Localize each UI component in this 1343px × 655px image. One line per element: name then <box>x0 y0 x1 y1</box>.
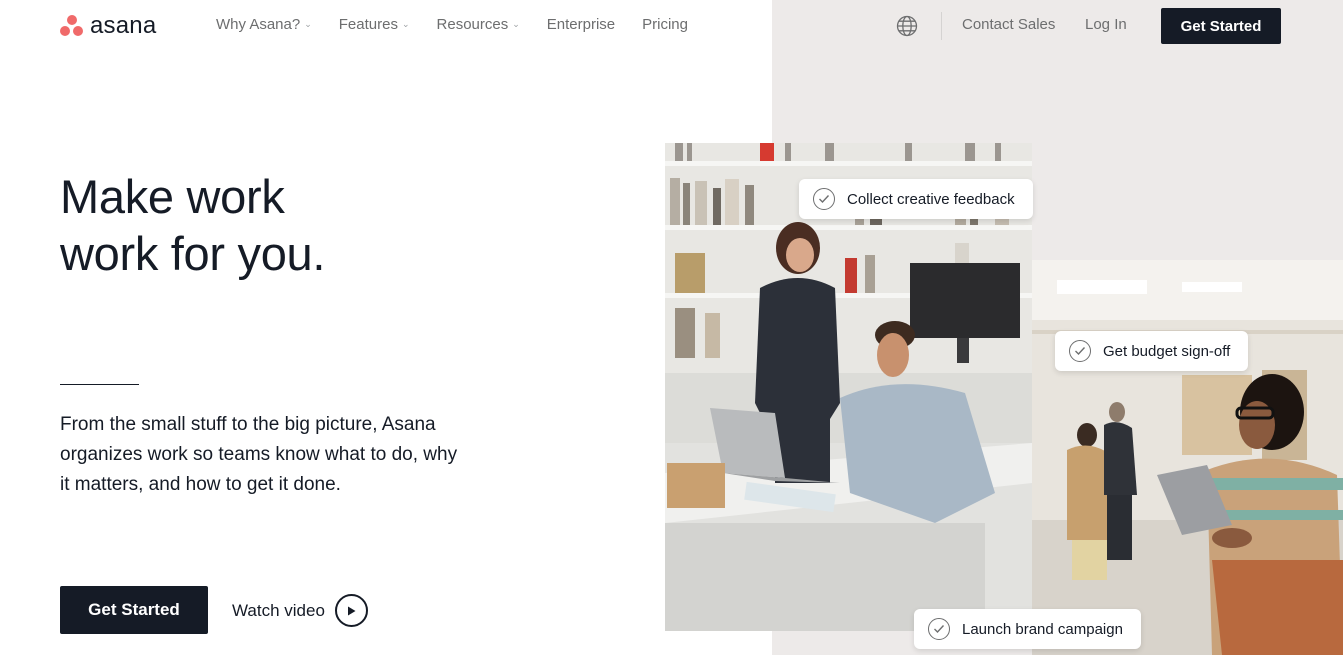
task-chip-budget-sign-off: Get budget sign-off <box>1055 331 1249 371</box>
nav-item-pricing[interactable]: Pricing <box>642 16 688 33</box>
checkmark-circle-icon <box>1069 340 1091 362</box>
play-icon <box>334 594 368 627</box>
header-get-started-button[interactable]: Get Started <box>1161 8 1281 44</box>
checkmark-circle-icon <box>813 188 835 210</box>
contact-sales-link[interactable]: Contact Sales <box>962 16 1055 33</box>
nav-item-label: Why Asana? <box>216 16 301 33</box>
headline-line-1: Make work <box>60 170 285 223</box>
task-chip-label: Collect creative feedback <box>847 190 1015 208</box>
headline-line-2: work for you. <box>60 227 326 280</box>
task-chip-label: Launch brand campaign <box>962 620 1123 638</box>
chevron-down-icon: ⌄ <box>304 19 312 29</box>
hero-subtext: From the small stuff to the big picture,… <box>60 414 458 495</box>
asana-logo[interactable]: asana <box>60 14 156 38</box>
hero-headline: Make work work for you. <box>60 168 480 282</box>
chevron-down-icon: ⌄ <box>401 19 410 29</box>
chevron-down-icon: ⌄ <box>512 19 520 29</box>
header-divider <box>941 12 942 40</box>
nav-item-label: Pricing <box>642 16 688 33</box>
nav-item-label: Features <box>338 16 398 33</box>
task-chip-brand-campaign: Launch brand campaign <box>914 609 1141 649</box>
nav-item-resources[interactable]: Resources ⌄ <box>437 16 520 33</box>
nav-item-enterprise[interactable]: Enterprise <box>547 16 615 33</box>
globe-icon[interactable] <box>896 15 918 37</box>
nav-item-label: Enterprise <box>546 16 616 33</box>
login-link[interactable]: Log In <box>1085 16 1127 33</box>
main-nav: Why Asana? ⌄ Features ⌄ Resources ⌄ Ente… <box>216 16 715 33</box>
nav-item-label: Resources <box>436 16 509 33</box>
checkmark-circle-icon <box>928 618 950 640</box>
task-chip-creative-feedback: Collect creative feedback <box>799 179 1033 219</box>
site-header: asana Why Asana? ⌄ Features ⌄ Resources … <box>0 0 1343 52</box>
nav-item-features[interactable]: Features ⌄ <box>339 16 410 33</box>
watch-video-label: Watch video <box>232 600 325 620</box>
task-chip-label: Get budget sign-off <box>1103 342 1231 360</box>
asana-logo-icon <box>60 15 84 37</box>
hero-photo-studio <box>1032 260 1343 655</box>
logo-text: asana <box>90 12 157 39</box>
hero-get-started-button[interactable]: Get Started <box>60 586 208 634</box>
nav-item-why-asana[interactable]: Why Asana? ⌄ <box>216 16 312 33</box>
hero-divider <box>60 384 139 385</box>
watch-video-button[interactable]: Watch video <box>232 594 368 627</box>
